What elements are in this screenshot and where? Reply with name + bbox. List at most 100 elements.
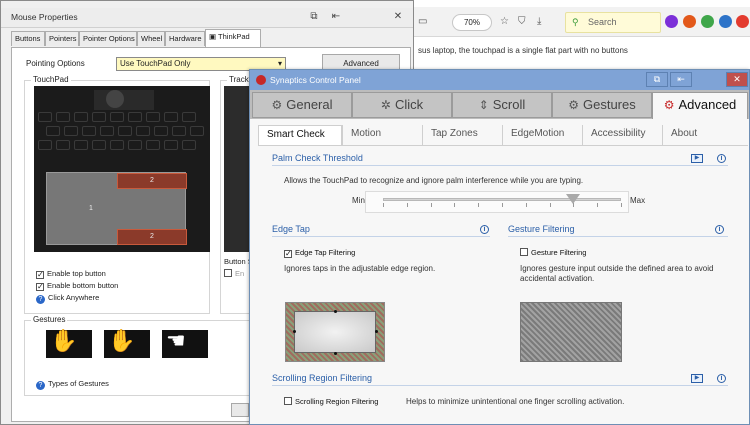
edge-tap-filtering-label: Edge Tap Filtering xyxy=(295,248,356,257)
enable-bottom-button-label: Enable bottom button xyxy=(47,281,119,290)
tab-wheel[interactable]: Wheel xyxy=(137,31,165,46)
tab-general[interactable]: ⚙ General xyxy=(252,92,352,118)
slider-tick xyxy=(430,203,432,207)
edge-tap-description: Ignores taps in the adjustable edge regi… xyxy=(284,264,436,273)
pocket-icon[interactable]: ⛉ xyxy=(518,16,526,28)
play-video-icon[interactable]: ▶ xyxy=(691,154,703,163)
close-icon[interactable]: ✕ xyxy=(726,72,748,87)
palm-check-slider[interactable] xyxy=(365,191,629,213)
restore-icon[interactable]: ⧉ xyxy=(646,72,668,87)
subtab-about[interactable]: About xyxy=(662,125,742,145)
subtab-edgemotion[interactable]: EdgeMotion xyxy=(502,125,582,145)
tab-advanced[interactable]: ⚙ Advanced xyxy=(652,92,748,119)
opera-icon[interactable] xyxy=(736,15,749,28)
keyboard-keys xyxy=(38,112,206,154)
extension-icon[interactable] xyxy=(665,15,678,28)
enable-top-button-label: Enable top button xyxy=(47,269,106,278)
play-video-icon[interactable]: ▶ xyxy=(691,374,703,383)
edge-tap-heading: Edge Tap xyxy=(272,224,310,234)
info-icon[interactable]: i xyxy=(717,154,726,163)
tab-pointer-options[interactable]: Pointer Options xyxy=(79,31,137,46)
enable-bottom-button-checkbox[interactable]: ✓ xyxy=(36,283,44,291)
synaptics-titlebar: Synaptics Control Panel ⧉ ⇤ ✕ xyxy=(250,70,749,90)
en-checkbox-row[interactable]: En xyxy=(224,269,244,278)
click-anywhere-link[interactable]: Click Anywhere xyxy=(48,293,99,302)
help-icon: ? xyxy=(36,295,45,304)
info-icon[interactable]: i xyxy=(715,225,724,234)
en-checkbox[interactable] xyxy=(224,269,232,277)
tab-pointers[interactable]: Pointers xyxy=(45,31,79,46)
edge-tap-filtering-row[interactable]: ✓ Edge Tap Filtering xyxy=(284,248,355,258)
section-divider xyxy=(272,165,728,166)
touchpad-group-label: TouchPad xyxy=(31,75,71,84)
subtab-smart-check[interactable]: Smart Check xyxy=(258,125,342,145)
info-icon[interactable]: i xyxy=(480,225,489,234)
ok-button[interactable] xyxy=(231,403,249,417)
edge-handle[interactable] xyxy=(334,310,337,313)
section-divider xyxy=(508,236,728,237)
edge-tap-inner-region xyxy=(294,311,376,353)
palm-check-heading: Palm Check Threshold xyxy=(272,153,363,163)
slider-tick xyxy=(525,203,527,207)
window-title: Synaptics Control Panel xyxy=(270,75,361,85)
tab-click-label: Click xyxy=(394,97,424,112)
slider-max-label: Max xyxy=(630,196,646,205)
scrolling-region-heading: Scrolling Region Filtering xyxy=(272,373,373,383)
edge-handle[interactable] xyxy=(293,330,296,333)
edge-handle[interactable] xyxy=(375,330,378,333)
enable-bottom-button-row[interactable]: ✓ Enable bottom button xyxy=(36,281,118,291)
en-label: En xyxy=(235,269,245,278)
palm-check-slider-track[interactable] xyxy=(383,198,621,201)
info-icon[interactable]: i xyxy=(717,374,726,383)
scrolling-region-filtering-row[interactable]: Scrolling Region Filtering xyxy=(284,397,378,406)
zoom-level[interactable]: 70% xyxy=(452,14,492,31)
close-icon[interactable]: ✕ xyxy=(387,8,409,26)
gesture-filtering-checkbox[interactable] xyxy=(520,248,528,256)
gear-icon: ⚙ xyxy=(271,98,283,112)
tab-general-label: General xyxy=(286,97,333,112)
tab-gestures[interactable]: ⚙ Gestures xyxy=(552,92,652,118)
edge-tap-diagram xyxy=(285,302,385,362)
edge-handle[interactable] xyxy=(334,352,337,355)
tab-gestures-label: Gestures xyxy=(583,97,636,112)
scroll-icon: ⇕ xyxy=(478,98,489,112)
click-icon: ✲ xyxy=(380,98,391,112)
swipe-gesture-image: ☚ xyxy=(162,328,208,358)
enable-top-button-checkbox[interactable]: ✓ xyxy=(36,271,44,279)
subtab-tap-zones[interactable]: Tap Zones xyxy=(422,125,502,145)
hand-icon: ✋ xyxy=(50,328,78,353)
search-placeholder: Search xyxy=(588,17,617,27)
extension-icon[interactable] xyxy=(701,15,714,28)
download-icon[interactable]: ⤓ xyxy=(537,16,541,28)
tab-hardware[interactable]: Hardware xyxy=(165,31,205,46)
browser-toolbar: ▭ 70% ☆ ⛉ ⤓ ⚲ Search xyxy=(412,7,750,37)
pointing-options-value: Use TouchPad Only xyxy=(120,59,191,68)
click-anywhere-row[interactable]: ? Click Anywhere xyxy=(36,293,99,304)
edge-tap-filtering-checkbox[interactable]: ✓ xyxy=(284,250,292,258)
tab-scroll[interactable]: ⇕ Scroll xyxy=(452,92,552,118)
subtab-accessibility[interactable]: Accessibility xyxy=(582,125,662,145)
scrolling-region-filtering-checkbox[interactable] xyxy=(284,397,292,405)
slider-tick xyxy=(406,203,408,207)
pin-icon[interactable]: ⇤ xyxy=(670,72,692,87)
scrolling-region-filtering-label: Scrolling Region Filtering xyxy=(295,397,379,406)
touchpad-diagram: 2 1 2 xyxy=(34,86,210,252)
gesture-filtering-heading: Gesture Filtering xyxy=(508,224,575,234)
pin-icon[interactable]: ⇤ xyxy=(325,8,347,26)
subtab-motion[interactable]: Motion xyxy=(342,125,422,145)
types-of-gestures-link[interactable]: Types of Gestures xyxy=(48,379,109,388)
gesture-filtering-row[interactable]: Gesture Filtering xyxy=(520,248,586,257)
restore-icon[interactable]: ⧉ xyxy=(303,8,325,26)
thinkpad-icon: ▣ xyxy=(209,32,217,41)
extension-icon[interactable] xyxy=(719,15,732,28)
extension-icon[interactable] xyxy=(683,15,696,28)
types-of-gestures-row[interactable]: ? Types of Gestures xyxy=(36,379,109,390)
page-text: sus laptop, the touchpad is a single fla… xyxy=(418,46,628,55)
star-icon[interactable]: ☆ xyxy=(500,16,509,28)
slider-tick xyxy=(383,203,384,207)
search-box[interactable]: ⚲ Search xyxy=(565,12,661,33)
tab-thinkpad[interactable]: ▣ ThinkPad xyxy=(205,29,261,47)
tab-click[interactable]: ✲ Click xyxy=(352,92,452,118)
tab-buttons[interactable]: Buttons xyxy=(11,31,45,46)
enable-top-button-row[interactable]: ✓ Enable top button xyxy=(36,269,106,279)
